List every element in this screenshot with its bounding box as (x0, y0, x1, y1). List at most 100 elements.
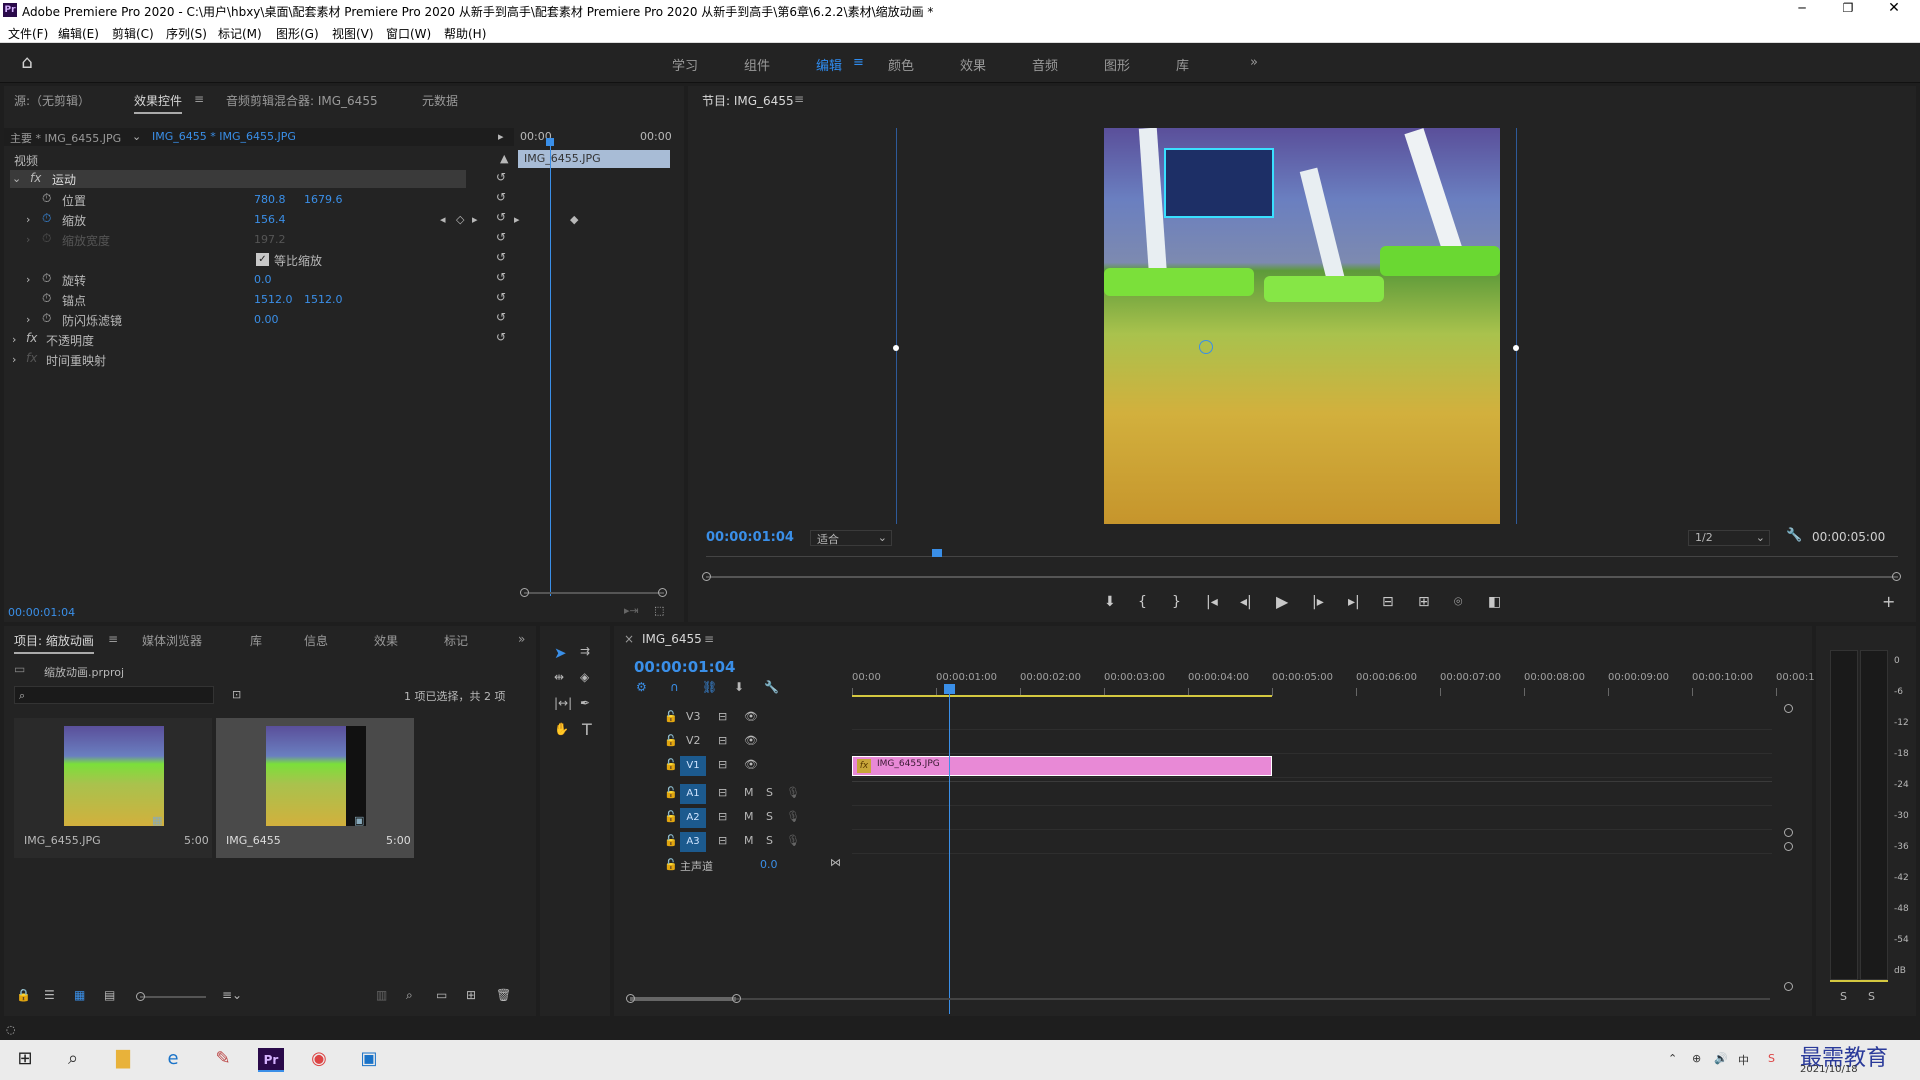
panel-menu-icon[interactable]: ≡ (108, 632, 118, 646)
mini-clip-bar[interactable]: IMG_6455.JPG (518, 150, 670, 168)
resolution-dropdown[interactable]: 1/2 ⌄ (1688, 530, 1770, 546)
nest-icon[interactable]: ⚙ (636, 680, 647, 694)
workspace-learn[interactable]: 学习 (672, 55, 698, 74)
play-only-icon[interactable]: ▸ (498, 130, 504, 143)
home-icon[interactable]: ⌂ (16, 52, 38, 74)
sort-icon[interactable]: ≡⌄ (222, 988, 242, 1002)
mute-button[interactable]: M (744, 834, 754, 847)
workspace-audio[interactable]: 音频 (1032, 55, 1058, 74)
horizontal-zoom-scrollbar[interactable] (626, 994, 1770, 1003)
effect-current-time[interactable]: 00:00:01:04 (8, 606, 75, 619)
tab-libraries[interactable]: 库 (250, 632, 262, 649)
settings-wrench-icon[interactable]: 🔧 (1786, 528, 1802, 543)
chevron-right-icon[interactable]: › (26, 313, 30, 326)
reset-icon[interactable]: ↺ (496, 270, 506, 284)
eye-icon[interactable]: 👁 (744, 710, 758, 723)
workspace-assembly[interactable]: 组件 (744, 55, 770, 74)
motion-effect-row[interactable]: ⌄ fx 运动 (10, 170, 466, 188)
hand-tool-icon[interactable]: ✋ (554, 722, 569, 736)
reset-icon[interactable]: ↺ (496, 290, 506, 304)
anti-flicker-value[interactable]: 0.00 (254, 313, 279, 326)
export-frame-icon[interactable]: ▸⇥ (624, 604, 639, 617)
thumbnail-size-slider[interactable] (136, 992, 206, 1001)
add-keyframe-icon[interactable]: ◇ (456, 213, 464, 226)
zoom-handle-left[interactable] (626, 994, 635, 1003)
stopwatch-active-icon[interactable]: ⏱ (42, 211, 51, 226)
anchor-y-value[interactable]: 1512.0 (304, 293, 343, 306)
windows-start-icon[interactable]: ⊞ (12, 1048, 38, 1072)
list-view-icon[interactable]: ☰ (44, 988, 55, 1002)
new-item-icon[interactable]: ⊞ (466, 988, 476, 1002)
mute-button[interactable]: M (744, 810, 754, 823)
work-area-bar[interactable] (852, 695, 1272, 697)
chevron-down-icon[interactable]: ⌄ (132, 130, 141, 143)
edge-browser-icon[interactable]: e (160, 1048, 186, 1072)
menu-clip[interactable]: 剪辑(C) (112, 25, 154, 42)
snap-icon[interactable]: ∩ (670, 680, 679, 694)
stopwatch-icon[interactable]: ⏱ (42, 311, 51, 326)
microphone-icon[interactable]: 🎙 (786, 834, 800, 847)
solo-left-button[interactable]: S (1840, 990, 1847, 1003)
restore-button[interactable]: ❐ (1836, 1, 1860, 19)
lift-icon[interactable]: ⊟ (1382, 594, 1394, 610)
premiere-taskbar-icon[interactable]: Pr (258, 1048, 284, 1072)
sequence-tab[interactable]: IMG_6455 (642, 632, 702, 646)
eye-icon[interactable]: 👁 (744, 734, 758, 747)
volume-icon[interactable]: 🔊 (1714, 1052, 1728, 1065)
menu-help[interactable]: 帮助(H) (444, 25, 486, 42)
tab-media-browser[interactable]: 媒体浏览器 (142, 632, 202, 649)
network-icon[interactable]: ⊕ (1692, 1052, 1701, 1065)
stopwatch-icon[interactable]: ⏱ (42, 271, 51, 286)
zoom-handle-right[interactable] (732, 994, 741, 1003)
timeline-ruler[interactable]: 00:00 00:00:01:00 00:00:02:00 00:00:03:00 00… (852, 668, 1815, 698)
track-master[interactable]: 🔓 主声道 0.0 ⋈ (614, 854, 841, 878)
project-item-card[interactable]: ▦ IMG_6455.JPG 5:00 (14, 718, 212, 858)
fit-dropdown[interactable]: 适合 ⌄ (810, 530, 892, 546)
workspace-editing[interactable]: 编辑 (816, 55, 842, 74)
sync-lock-icon[interactable]: ⊟ (718, 786, 727, 799)
time-remap-row[interactable]: › fx 时间重映射 (4, 350, 514, 370)
timeline-clip[interactable]: fx IMG_6455.JPG (852, 756, 1272, 776)
zoom-handle-left[interactable] (702, 572, 711, 581)
program-playhead[interactable] (932, 549, 942, 557)
position-y-value[interactable]: 1679.6 (304, 193, 343, 206)
fx-icon[interactable]: fx (26, 331, 37, 345)
master-volume-value[interactable]: 0.0 (760, 858, 778, 871)
antivirus-tray-icon[interactable]: S (1768, 1052, 1775, 1065)
reset-icon[interactable]: ↺ (496, 230, 506, 244)
sync-lock-icon[interactable]: ⊟ (718, 734, 727, 747)
linked-selection-icon[interactable]: ⛓ (702, 680, 717, 694)
go-to-in-icon[interactable]: |◂ (1206, 594, 1218, 610)
program-scrub-bar[interactable] (706, 549, 1898, 568)
tab-metadata[interactable]: 元数据 (422, 92, 458, 109)
reset-icon[interactable]: ↺ (496, 330, 506, 344)
file-explorer-icon[interactable]: ▇ (110, 1048, 136, 1072)
more-tabs-icon[interactable]: » (518, 632, 525, 646)
zoom-handle-right[interactable] (658, 588, 667, 597)
track-target-a3[interactable]: A3 (680, 832, 706, 852)
vertical-scroll-handle[interactable] (1784, 828, 1793, 837)
stopwatch-icon[interactable]: ⏱ (42, 291, 51, 306)
program-zoom-bar[interactable] (702, 572, 1901, 581)
selection-tool-icon[interactable]: ➤ (554, 644, 567, 662)
sync-lock-icon[interactable]: ⊟ (718, 810, 727, 823)
track-target-v1[interactable]: V1 (680, 756, 706, 776)
workspace-more-icon[interactable]: » (1250, 55, 1258, 70)
keyframe-icon[interactable]: ◆ (570, 213, 578, 226)
sync-lock-icon[interactable]: ⊟ (718, 710, 727, 723)
icon-view-icon[interactable]: ▦ (74, 988, 85, 1002)
clip-thumbnail[interactable] (64, 726, 164, 826)
solo-button[interactable]: S (766, 810, 773, 823)
anchor-x-value[interactable]: 1512.0 (254, 293, 293, 306)
track-a1[interactable]: 🔓 A1 ⊟ M S 🎙 (614, 782, 809, 806)
next-keyframe-icon[interactable]: ▸ (472, 213, 478, 226)
chevron-right-icon[interactable]: › (26, 273, 30, 286)
scale-value[interactable]: 156.4 (254, 213, 286, 226)
add-button-icon[interactable]: + (1882, 592, 1895, 611)
workspace-graphics[interactable]: 图形 (1104, 55, 1130, 74)
reset-icon[interactable]: ↺ (496, 250, 506, 264)
tab-effects[interactable]: 效果 (374, 632, 398, 649)
track-v2[interactable]: 🔓 V2 ⊟ 👁 (614, 730, 809, 754)
chevron-right-icon[interactable]: › (12, 333, 16, 346)
reset-icon[interactable]: ↺ (496, 190, 506, 204)
